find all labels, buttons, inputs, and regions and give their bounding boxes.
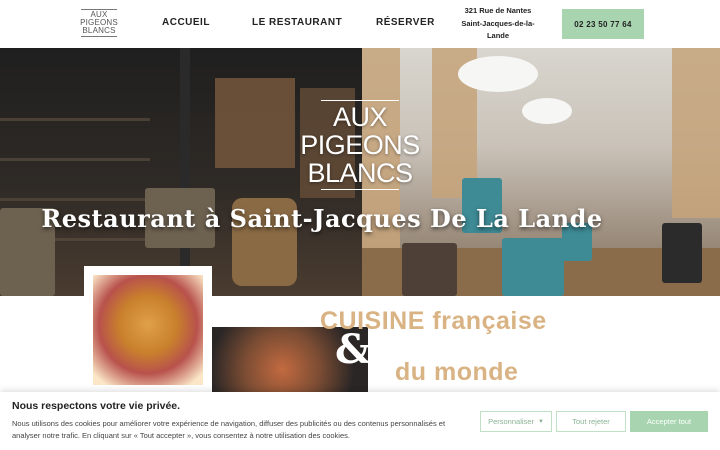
address-line-2: Saint-Jacques-de-la- bbox=[461, 18, 535, 28]
pendant-lamp bbox=[522, 98, 572, 124]
logo-line-3: BLANCS bbox=[82, 26, 116, 35]
phone-button[interactable]: 02 23 50 77 64 bbox=[562, 9, 644, 39]
nav-le-restaurant[interactable]: LE RESTAURANT bbox=[252, 17, 342, 28]
hero-logo-line-3: BLANCS bbox=[307, 158, 413, 188]
reject-all-button[interactable]: Tout rejeter bbox=[556, 411, 626, 432]
address-line-3: Lande bbox=[486, 31, 510, 40]
site-logo[interactable]: AUX PIGEONS BLANCS bbox=[80, 8, 118, 40]
accept-all-button[interactable]: Accepter tout bbox=[630, 411, 708, 432]
hero-banner: AUX PIGEONS BLANCS bbox=[0, 48, 720, 296]
cookie-banner: Nous respectons votre vie privée. Nous u… bbox=[0, 392, 720, 450]
dark-chair bbox=[402, 243, 457, 296]
nav-reserver[interactable]: RÉSERVER bbox=[376, 17, 435, 28]
logo-rule-bottom bbox=[81, 36, 117, 37]
teal-chair bbox=[502, 238, 564, 296]
cookie-title: Nous respectons votre vie privée. bbox=[12, 400, 181, 412]
header-address: 321 Rue de Nantes Saint-Jacques-de-la- L… bbox=[458, 5, 538, 43]
pendant-lamp bbox=[458, 56, 538, 92]
shelf bbox=[0, 198, 150, 201]
address-line-1: 321 Rue de Nantes bbox=[464, 6, 532, 15]
pillar bbox=[180, 48, 190, 296]
shelf bbox=[0, 118, 150, 121]
hero-logo: AUX PIGEONS BLANCS bbox=[300, 98, 420, 192]
hero-title: Restaurant à Saint-Jacques De La Lande bbox=[41, 204, 603, 233]
page: AUX PIGEONS BLANCS ACCUEIL LE RESTAURANT… bbox=[0, 0, 720, 450]
dark-chair bbox=[662, 223, 702, 283]
wall-panel bbox=[215, 78, 295, 168]
curtain bbox=[672, 48, 720, 218]
hero-logo-rule-top bbox=[321, 100, 399, 101]
hero-logo-line-1: AUX bbox=[332, 102, 388, 132]
dish-photo-1 bbox=[84, 266, 212, 394]
shelf bbox=[0, 158, 150, 161]
customize-button[interactable]: Personnaliser ▼ bbox=[480, 411, 552, 432]
hero-logo-rule-bottom bbox=[321, 189, 399, 190]
section-heading-line-2: du monde bbox=[395, 358, 519, 386]
site-header: AUX PIGEONS BLANCS ACCUEIL LE RESTAURANT… bbox=[0, 0, 720, 48]
hero-logo-line-2: PIGEONS bbox=[300, 130, 420, 160]
cookie-text: Nous utilisons des cookies pour améliore… bbox=[12, 419, 446, 440]
ampersand: & bbox=[335, 326, 372, 373]
chevron-down-icon: ▼ bbox=[537, 418, 544, 425]
customize-label: Personnaliser bbox=[488, 417, 534, 426]
dish-image bbox=[93, 275, 203, 385]
nav-accueil[interactable]: ACCUEIL bbox=[162, 17, 210, 28]
